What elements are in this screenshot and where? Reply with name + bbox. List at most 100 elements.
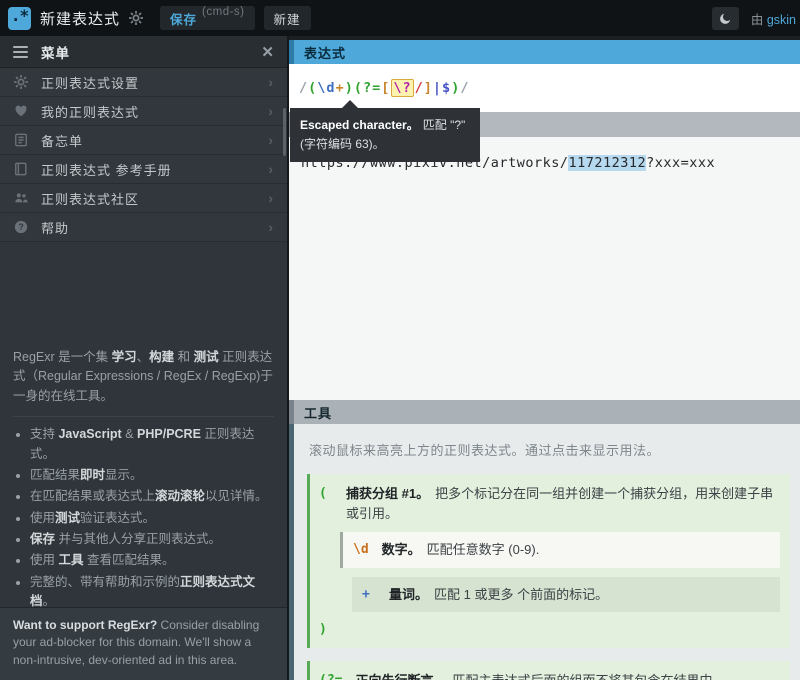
tools-header-label: 工具 (304, 403, 332, 422)
chevron-right-icon: › (268, 74, 273, 90)
explain-group-block[interactable]: ( 捕获分组 #1。把多个标记分在同一组并创建一个捕获分组，用来创建子串或引用。… (307, 474, 790, 648)
explain-row-group-open[interactable]: ( 捕获分组 #1。把多个标记分在同一组并创建一个捕获分组，用来创建子串或引用。 (319, 484, 780, 523)
dark-mode-toggle[interactable] (712, 7, 739, 30)
feature-item: 支持 JavaScript & PHP/PCRE 正则表达式。 (30, 425, 274, 464)
new-button[interactable]: 新建 (264, 6, 311, 30)
text-segment: 验证表达式。 (80, 511, 155, 525)
text-segment: 查看匹配结果。 (84, 553, 175, 567)
gear-icon (14, 75, 28, 89)
tooltip-term: Escaped character。 (300, 118, 419, 132)
sidebar-item-favorites[interactable]: 我的正则表达式 › (0, 97, 287, 126)
regex-token: \d (353, 540, 369, 560)
sidebar-item-label: 帮助 (41, 218, 69, 237)
book-icon (14, 162, 28, 176)
match-highlight[interactable]: 117212312 (568, 155, 646, 171)
expression-tokens: /(\d+)(?=[\?/]|$)/ (299, 80, 469, 96)
main-panel: 表达式 /(\d+)(?=[\?/]|$)/ https://www.pixiv… (289, 36, 800, 680)
moon-icon (719, 12, 732, 25)
heart-icon (14, 104, 28, 118)
sidebar-item-label: 正则表达式设置 (41, 73, 139, 92)
explain-row-quantifier[interactable]: + 量词。匹配 1 或更多 个前面的标记。 (352, 577, 780, 613)
top-bar: .* 新建表达式 保存 (cmd-s) 新建 由 gskin (0, 0, 800, 36)
test-text-input[interactable]: https://www.pixiv.net/artworks/117212312… (289, 137, 800, 400)
new-button-label: 新建 (274, 9, 301, 28)
expression-header-label: 表达式 (304, 43, 346, 62)
regex-token[interactable]: ) (451, 80, 460, 96)
expression-input[interactable]: /(\d+)(?=[\?/]|$)/ (289, 64, 800, 112)
explain-row-group-close[interactable]: ) (319, 620, 780, 640)
pattern-title[interactable]: 新建表达式 (40, 8, 120, 29)
regex-token[interactable]: $ (442, 80, 451, 96)
feature-item: 匹配结果即时显示。 (30, 466, 274, 485)
text-segment: 、 (137, 350, 150, 364)
regex-token[interactable]: ( (308, 80, 317, 96)
token-tooltip: Escaped character。匹配 "?" (字符编码 63)。 (290, 108, 480, 162)
sidebar-item-reference[interactable]: 正则表达式 参考手册 › (0, 155, 287, 184)
pattern-settings-gear-icon[interactable] (129, 11, 143, 25)
topbar-right-group: 由 gskin (712, 7, 792, 30)
text-segment: 工具 (58, 553, 83, 567)
explain-text: 捕获分组 #1。把多个标记分在同一组并创建一个捕获分组，用来创建子串或引用。 (346, 484, 780, 523)
text-segment: PHP/PCRE (137, 427, 201, 441)
regexr-logo-icon[interactable]: .* (8, 7, 31, 30)
text-segment: JavaScript (58, 427, 121, 441)
menu-header: 菜单 ✕ (0, 36, 287, 68)
sidebar-item-community[interactable]: 正则表达式社区 › (0, 184, 287, 213)
text-segment: 和 (174, 350, 193, 364)
sidebar-item-label: 正则表达式社区 (41, 189, 139, 208)
menu-title: 菜单 (41, 42, 70, 62)
text-segment: 在匹配结果或表达式上 (30, 489, 155, 503)
text-segment: RegExr 是一个集 (13, 350, 112, 364)
sidebar-item-help[interactable]: ? 帮助 › (0, 213, 287, 242)
regex-token[interactable]: ) (345, 80, 354, 96)
regex-token[interactable]: [ (381, 80, 390, 96)
text-segment: 使用 (30, 511, 55, 525)
regex-token[interactable]: (?= (354, 80, 381, 96)
text-segment: 学习 (112, 350, 137, 364)
sidebar-item-label: 我的正则表达式 (41, 102, 139, 121)
byline: 由 gskin (751, 9, 796, 28)
explain-term: 数字。 (382, 542, 421, 557)
explain-text: 数字。匹配任意数字 (0-9). (382, 540, 540, 560)
explain-text: 正向先行断言。匹配主表达式后面的组而不将其包含在结果中。 (355, 671, 725, 680)
text-segment: 使用 (30, 553, 58, 567)
regex-token-selected[interactable]: \? (391, 79, 413, 97)
text-segment: 构建 (149, 350, 174, 364)
regex-token[interactable]: | (433, 80, 442, 96)
regex-token[interactable]: / (460, 80, 469, 96)
feature-item: 完整的、带有帮助和示例的正则表达式文档。 (30, 573, 274, 612)
regex-token[interactable]: \d (317, 80, 335, 96)
close-icon[interactable]: ✕ (261, 43, 274, 61)
text-segment: 保存 (30, 532, 55, 546)
regex-token[interactable]: / (415, 80, 424, 96)
explain-row-digit[interactable]: \d 数字。匹配任意数字 (0-9). (340, 532, 780, 568)
feature-item: 使用 工具 查看匹配结果。 (30, 551, 274, 570)
chevron-right-icon: › (268, 132, 273, 148)
regex-token[interactable]: ] (424, 80, 433, 96)
sidebar: 菜单 ✕ 正则表达式设置 › 我的正则表达式 › 备忘单 › (0, 36, 289, 680)
text-segment: 显示。 (105, 468, 143, 482)
sidebar-item-cheatsheet[interactable]: 备忘单 › (0, 126, 287, 155)
menu-list-icon (13, 46, 28, 58)
regex-token[interactable]: + (336, 80, 345, 96)
explain-desc: 匹配主表达式后面的组而不将其包含在结果中。 (453, 673, 726, 680)
author-link[interactable]: gskin (767, 13, 796, 27)
cheatsheet-icon (14, 133, 28, 147)
sidebar-scrollbar[interactable] (283, 108, 286, 156)
sidebar-item-settings[interactable]: 正则表达式设置 › (0, 68, 287, 97)
text-segment: 即时 (80, 468, 105, 482)
sidebar-item-label: 正则表达式 参考手册 (41, 160, 172, 179)
save-button[interactable]: 保存 (cmd-s) (160, 6, 254, 30)
explain-row-lookahead[interactable]: (?= 正向先行断言。匹配主表达式后面的组而不将其包含在结果中。 (319, 671, 780, 680)
chevron-right-icon: › (268, 219, 273, 235)
chevron-right-icon: › (268, 161, 273, 177)
feature-item: 使用测试验证表达式。 (30, 509, 274, 528)
regex-token[interactable]: / (299, 80, 308, 96)
divider (13, 416, 274, 417)
help-icon: ? (14, 220, 28, 234)
text-segment: 完整的、带有帮助和示例的 (30, 575, 180, 589)
ad-notice: Want to support RegExr? Consider disabli… (0, 607, 287, 680)
explain-lookahead-block[interactable]: (?= 正向先行断言。匹配主表达式后面的组而不将其包含在结果中。 [ 字符集。匹… (307, 661, 790, 680)
text-segment: 支持 (30, 427, 58, 441)
text-segment: 并与其他人分享正则表达式。 (55, 532, 221, 546)
